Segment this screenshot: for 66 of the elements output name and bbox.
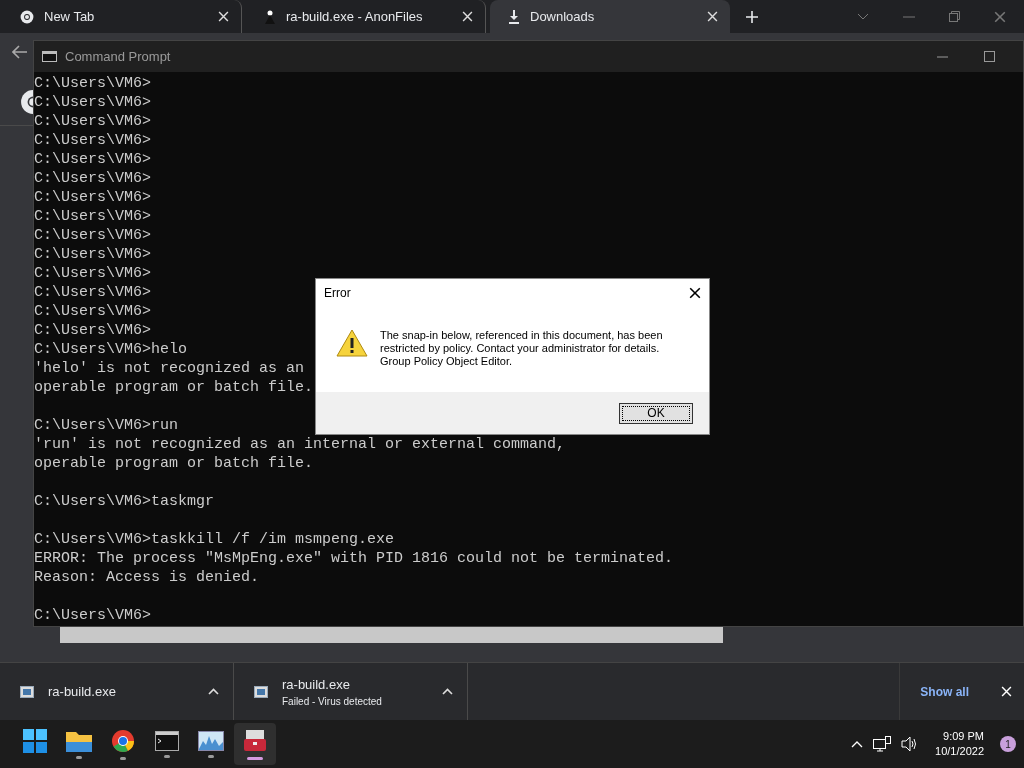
network-icon[interactable] bbox=[873, 736, 892, 752]
clock[interactable]: 9:09 PM 10/1/2022 bbox=[935, 729, 984, 759]
console-line: C:\Users\VM6>helo bbox=[34, 340, 188, 359]
console-line: C:\Users\VM6> bbox=[34, 264, 152, 283]
windows-start-icon[interactable] bbox=[23, 728, 47, 753]
back-arrow-icon[interactable] bbox=[12, 45, 28, 59]
console-line: C:\Users\VM6>taskkill /f /im msmpeng.exe bbox=[34, 530, 395, 549]
new-tab-icon[interactable] bbox=[745, 9, 759, 24]
window-title: Command Prompt bbox=[65, 49, 171, 64]
console-line: C:\Users\VM6> bbox=[34, 302, 152, 321]
console-line: Reason: Access is denied. bbox=[34, 568, 260, 587]
console-line: ERROR: The process "MsMpEng.exe" with PID 1816 could not be terminated. bbox=[34, 549, 674, 568]
chart-monitor-icon[interactable] bbox=[198, 730, 224, 751]
browser-tab[interactable]: Downloads bbox=[490, 0, 730, 33]
console-line: C:\Users\VM6> bbox=[34, 283, 152, 302]
file-icon bbox=[20, 685, 34, 698]
file-icon bbox=[254, 685, 268, 698]
console-line: C:\Users\VM6> bbox=[34, 245, 152, 264]
console-line: C:\Users\VM6> bbox=[34, 74, 152, 93]
console-line: C:\Users\VM6> bbox=[34, 131, 152, 150]
console-line: operable program or batch file. bbox=[34, 378, 314, 397]
console-line: C:\Users\VM6> bbox=[34, 207, 152, 226]
dialog-title: Error bbox=[324, 286, 351, 300]
tab-title: New Tab bbox=[44, 9, 96, 24]
tab-title: ra-build.exe - AnonFiles bbox=[286, 9, 424, 24]
console-line: 'run' is not recognized as an internal or external command, bbox=[34, 435, 566, 454]
tab-title: Downloads bbox=[530, 9, 596, 24]
chevron-up-icon[interactable] bbox=[851, 740, 864, 748]
console-line: C:\Users\VM6> bbox=[34, 112, 152, 131]
console-line: C:\Users\VM6>taskmgr bbox=[34, 492, 215, 511]
caret-up-icon[interactable] bbox=[208, 688, 219, 695]
ok-button[interactable]: OK bbox=[619, 402, 693, 424]
download-status: Failed - Virus detected bbox=[282, 695, 383, 707]
taskbar-app[interactable] bbox=[234, 723, 276, 765]
console-line: C:\Users\VM6>run bbox=[34, 416, 179, 435]
restore-icon[interactable] bbox=[949, 11, 960, 22]
minimize-icon[interactable] bbox=[937, 55, 948, 58]
console-line: C:\Users\VM6> bbox=[34, 321, 152, 340]
console-line: C:\Users\VM6> bbox=[34, 169, 152, 188]
folder-icon[interactable] bbox=[66, 729, 92, 752]
tab-close-icon[interactable] bbox=[462, 11, 473, 22]
terminal-icon[interactable] bbox=[155, 730, 179, 751]
console-line: C:\Users\VM6> bbox=[34, 150, 152, 169]
file-name: ra-build.exe bbox=[282, 676, 351, 692]
chevron-down-icon[interactable] bbox=[857, 13, 869, 20]
toolbox-icon[interactable] bbox=[243, 728, 267, 753]
maximize-icon[interactable] bbox=[984, 51, 995, 62]
chrome-icon[interactable] bbox=[111, 728, 135, 753]
console-line: 'helo' is not recognized as an bbox=[34, 359, 305, 378]
console-app-icon bbox=[42, 51, 57, 62]
warning-icon bbox=[336, 329, 368, 357]
console-line: operable program or batch file. bbox=[34, 454, 314, 473]
console-line: C:\Users\VM6> bbox=[34, 93, 152, 112]
error-message: The snap-in below, referenced in this document, has been restricted by policy. Contact your administrator for details. Group Policy Object Editor. bbox=[380, 329, 663, 368]
console-line: C:\Users\VM6> bbox=[34, 226, 152, 245]
tab-close-icon[interactable] bbox=[707, 11, 718, 22]
close-icon[interactable] bbox=[689, 287, 701, 299]
notification-badge[interactable]: 1 bbox=[1000, 736, 1016, 752]
caret-up-icon[interactable] bbox=[442, 688, 453, 695]
console-line: C:\Users\VM6> bbox=[34, 606, 152, 625]
tab-close-icon[interactable] bbox=[218, 11, 229, 22]
file-name: ra-build.exe bbox=[48, 684, 117, 699]
figure-icon bbox=[264, 9, 276, 24]
console-line: C:\Users\VM6> bbox=[34, 188, 152, 207]
download-icon bbox=[508, 9, 520, 24]
chrome-icon bbox=[20, 9, 34, 24]
